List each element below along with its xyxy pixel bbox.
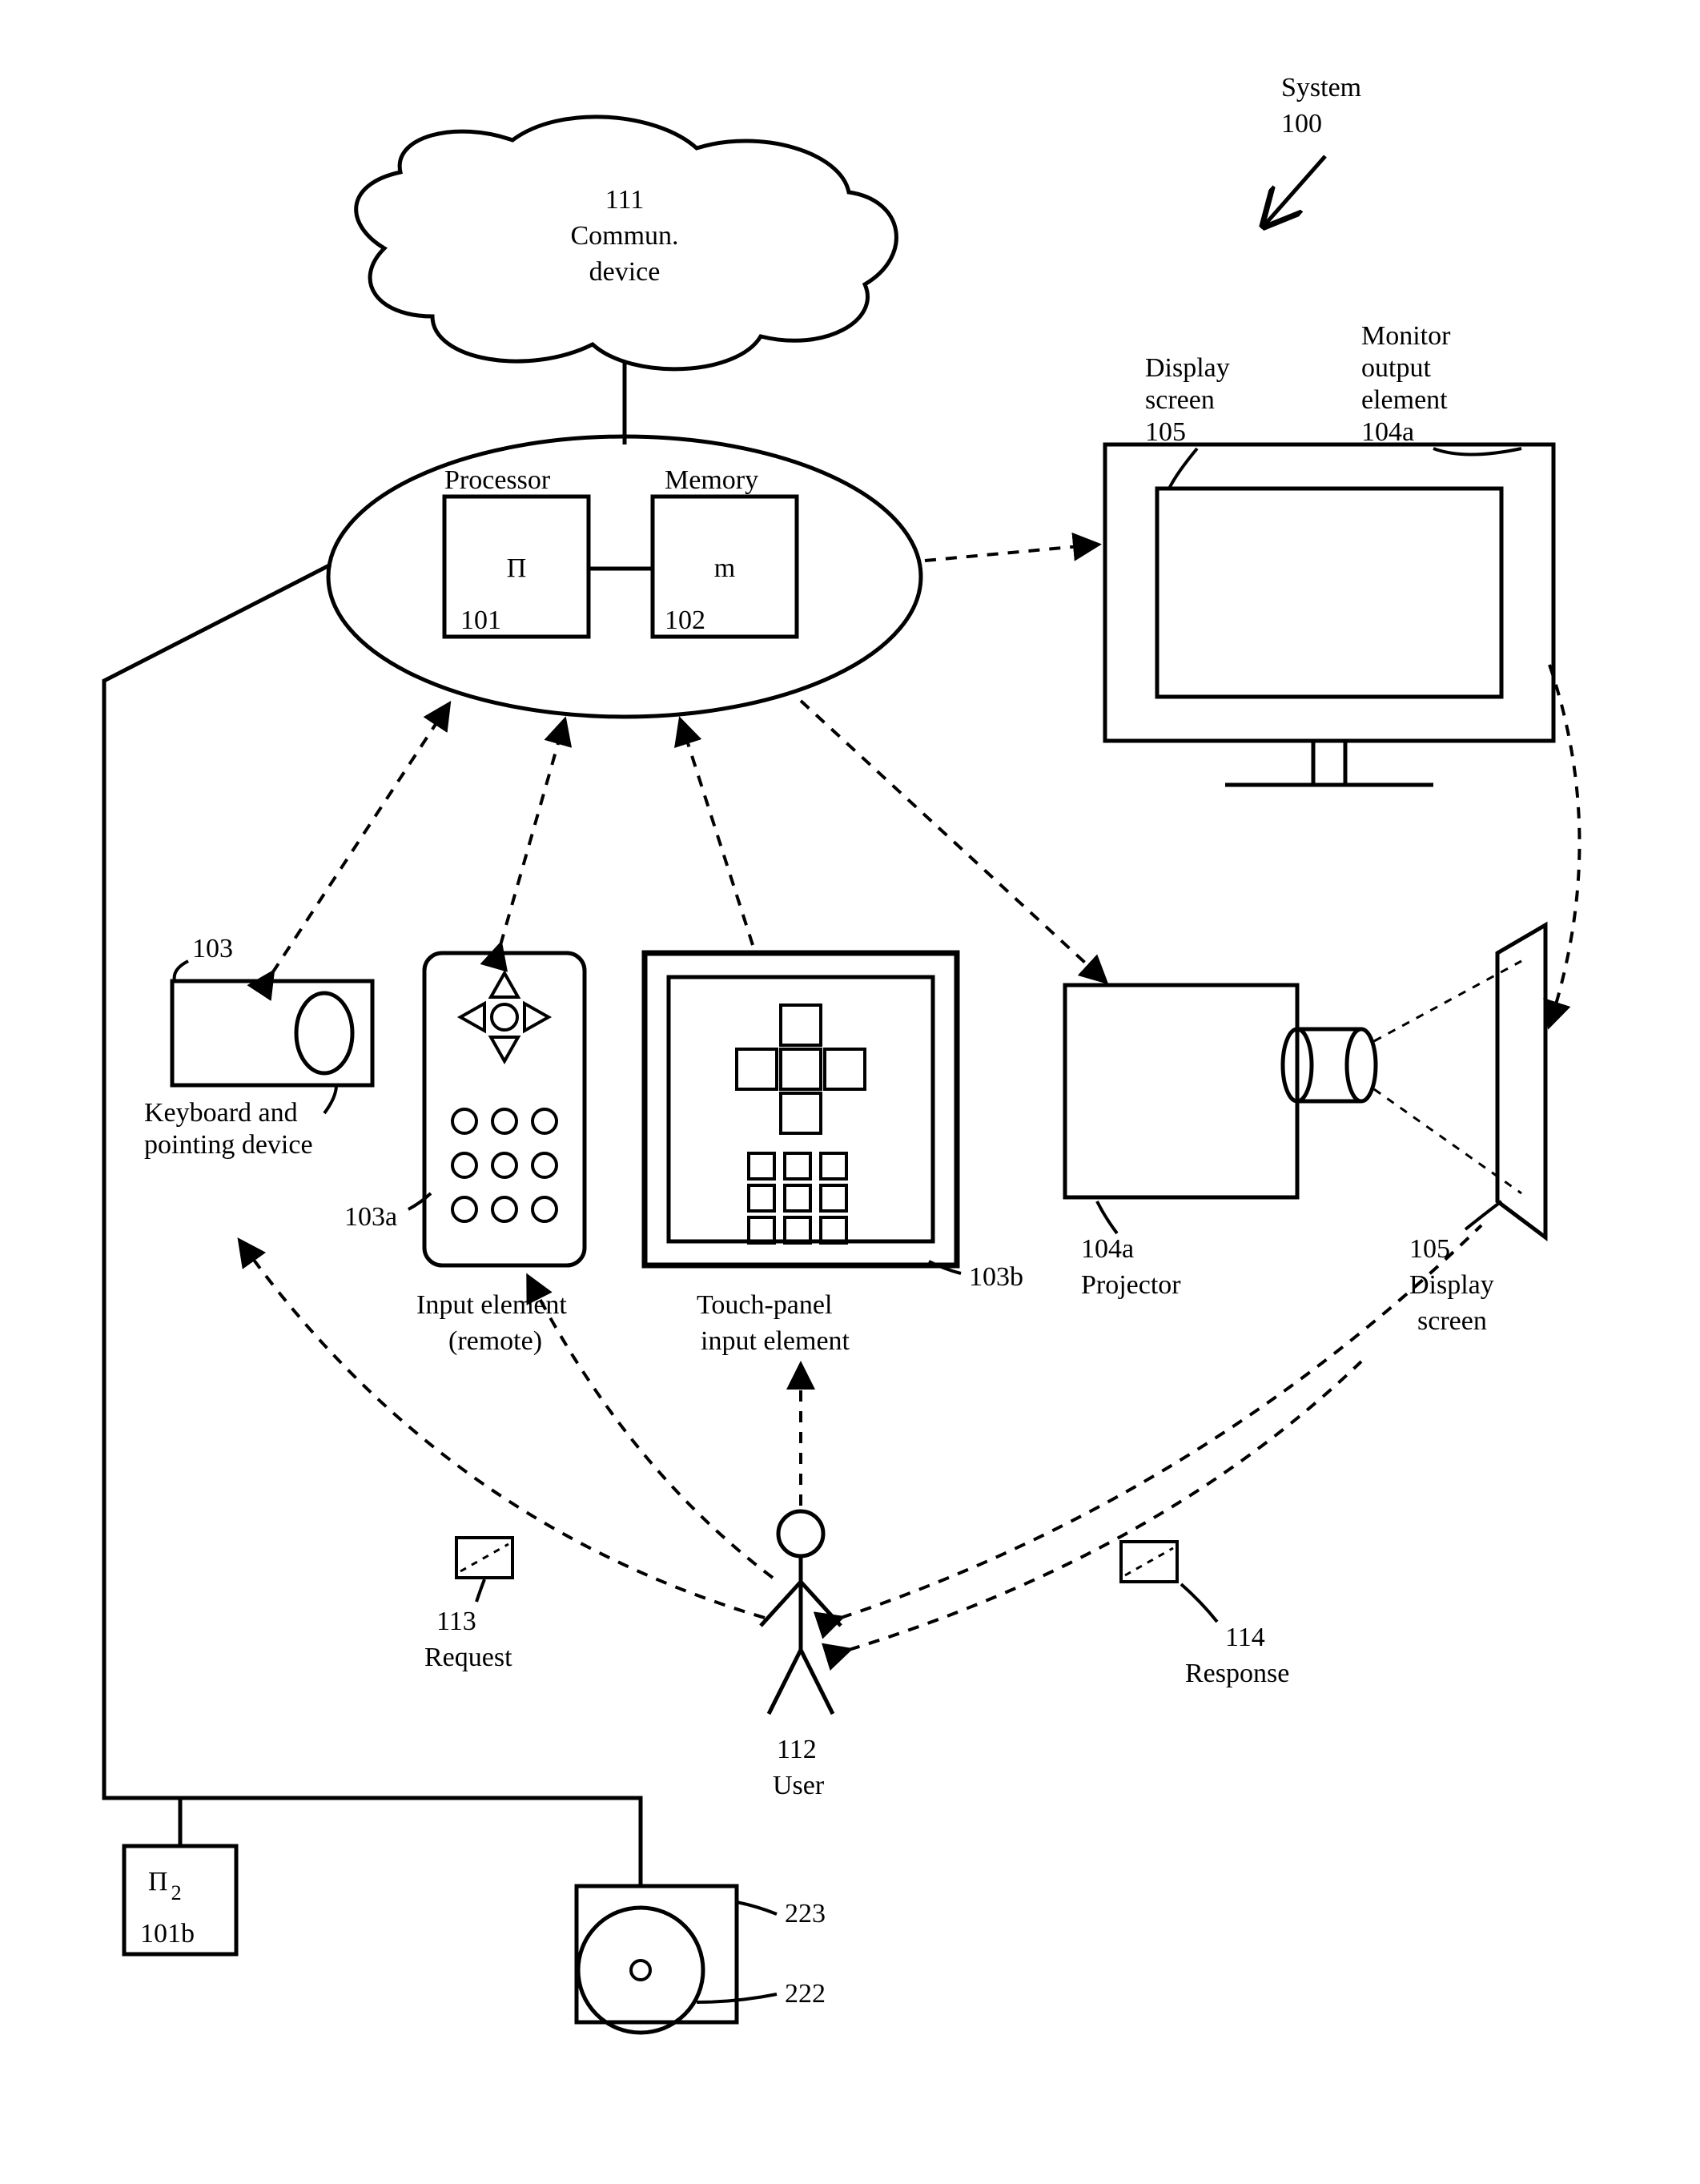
keyboard-ref: 103 — [192, 934, 233, 963]
remote-ref: 103a — [344, 1202, 397, 1232]
monitor-name: Monitor — [1361, 321, 1451, 351]
keyboard-icon — [172, 981, 372, 1085]
remote-leader — [408, 1193, 431, 1209]
processor-symbol: Π — [507, 553, 527, 583]
user-icon — [761, 1511, 841, 1714]
processor-name: Processor — [444, 465, 551, 495]
projection-screen-icon — [1497, 925, 1545, 1237]
cloud-name: Commun. — [570, 221, 678, 251]
user-name: User — [773, 1771, 825, 1800]
request-leader — [476, 1579, 484, 1602]
memory-ref: 102 — [665, 605, 705, 635]
pointing-leader — [324, 1085, 336, 1113]
response-ref: 114 — [1225, 1623, 1265, 1652]
keyboard-name: Keyboard and — [144, 1098, 298, 1128]
monitor-name3: element — [1361, 385, 1448, 415]
monitor-leader — [1433, 448, 1521, 455]
display-screen-ref: 105 — [1145, 417, 1186, 447]
proj-screen-name: Display — [1409, 1270, 1494, 1300]
projector-name: Projector — [1081, 1270, 1181, 1300]
system-ref: 100 — [1281, 109, 1322, 139]
proc2-symbol: Π2 — [148, 1867, 182, 1904]
projector-ref: 104a — [1081, 1234, 1134, 1264]
projector-icon — [1065, 961, 1521, 1197]
proc2-ref: 101b — [140, 1919, 195, 1949]
request-ref: 113 — [436, 1607, 476, 1636]
proj-screen-ref: 105 — [1409, 1234, 1450, 1264]
keyboard-leader — [175, 961, 188, 981]
system-diagram: System 100 111 Commun. device Processor … — [0, 0, 1700, 2184]
monitor-ref: 104a — [1361, 417, 1414, 447]
user-ref: 112 — [777, 1735, 817, 1764]
processor-ref: 101 — [460, 605, 501, 635]
remote-icon — [424, 953, 585, 1265]
cpu-device-arrows — [272, 701, 1105, 981]
display-screen-name: Display — [1145, 353, 1230, 383]
disc-drive-icon — [577, 1886, 737, 2033]
cpu-ellipse — [328, 436, 921, 717]
touchpanel-name2: input element — [701, 1326, 850, 1356]
request-name: Request — [424, 1643, 512, 1672]
system-pointer-arrow — [1265, 156, 1325, 224]
display-screen-leader — [1169, 448, 1197, 489]
remote-name2: (remote) — [448, 1326, 542, 1356]
response-leader — [1181, 1584, 1217, 1622]
disc-large-ref: 223 — [785, 1899, 826, 1929]
response-name: Response — [1185, 1659, 1289, 1688]
proj-screen-name2: screen — [1417, 1306, 1487, 1336]
monitor-icon — [1105, 444, 1553, 785]
cpu-to-monitor-arrow — [925, 545, 1097, 561]
touch-panel-icon — [645, 953, 957, 1265]
user-arrows — [240, 1225, 1481, 1650]
disc-large-leader — [737, 1902, 777, 1914]
proj-screen-leader — [1465, 1201, 1501, 1229]
cloud-ref: 111 — [605, 185, 644, 215]
display-screen-name2: screen — [1145, 385, 1215, 415]
memory-name: Memory — [665, 465, 758, 495]
disc-small-ref: 222 — [785, 1979, 826, 2009]
system-name: System — [1281, 73, 1361, 103]
touchpanel-name: Touch-panel — [697, 1290, 832, 1320]
touchpanel-ref: 103b — [969, 1262, 1023, 1292]
monitor-name2: output — [1361, 353, 1431, 383]
projector-leader — [1097, 1201, 1117, 1233]
memory-symbol: m — [714, 553, 735, 583]
keyboard-name2: pointing device — [144, 1130, 313, 1160]
cloud-name2: device — [589, 257, 661, 287]
